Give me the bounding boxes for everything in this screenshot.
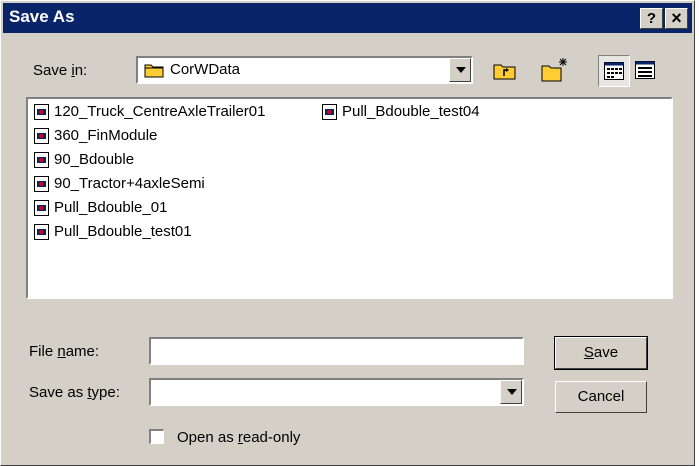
document-icon	[34, 200, 50, 223]
details-view-button[interactable]	[629, 55, 661, 87]
save-button[interactable]: Save	[554, 336, 648, 370]
help-button[interactable]: ?	[640, 8, 663, 29]
chevron-down-icon[interactable]	[500, 380, 522, 404]
document-icon	[34, 176, 50, 199]
document-icon	[322, 104, 338, 127]
up-one-level-button[interactable]	[489, 55, 521, 87]
file-name-input[interactable]	[149, 337, 524, 365]
document-icon	[34, 128, 50, 151]
save-in-value: CorWData	[170, 61, 241, 78]
list-view-icon	[604, 62, 624, 84]
document-icon	[34, 224, 50, 247]
save-in-label: Save in:	[33, 62, 88, 79]
cancel-button[interactable]: Cancel	[555, 381, 647, 413]
title-bar[interactable]: Save As ? ×	[3, 3, 692, 33]
document-icon	[34, 152, 50, 175]
details-view-icon	[635, 61, 655, 83]
create-new-folder-icon	[541, 57, 569, 87]
save-as-dialog: Save As ? × Save in: CorWData 120_Truck_…	[0, 0, 695, 466]
document-icon	[34, 104, 50, 127]
read-only-checkbox[interactable]	[149, 429, 164, 444]
create-new-folder-button[interactable]	[538, 55, 570, 87]
save-in-dropdown[interactable]: CorWData	[136, 56, 473, 84]
file-name-label: File name:	[29, 343, 100, 360]
folder-icon	[144, 61, 166, 83]
window-title: Save As	[9, 7, 75, 26]
up-one-level-icon	[493, 61, 517, 85]
save-as-type-label: Save as type:	[29, 384, 120, 401]
save-as-type-dropdown[interactable]	[149, 378, 524, 406]
list-view-button[interactable]	[598, 55, 630, 87]
file-list[interactable]: 120_Truck_CentreAxleTrailer01 360_FinMod…	[26, 97, 673, 299]
read-only-label[interactable]: Open as read-only	[177, 429, 300, 446]
chevron-down-icon[interactable]	[449, 58, 471, 82]
close-button[interactable]: ×	[665, 8, 688, 29]
